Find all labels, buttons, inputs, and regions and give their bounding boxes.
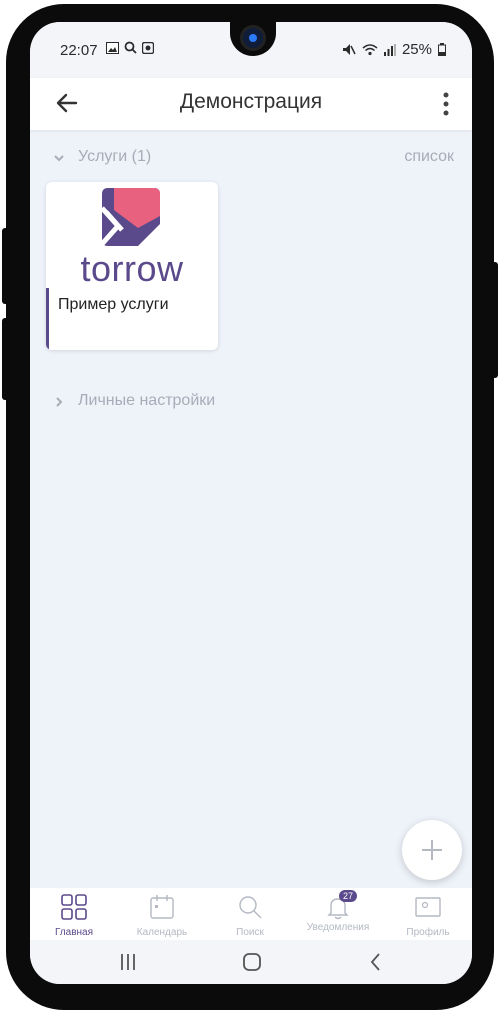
bottom-nav: Главная Календарь Поиск 27 Уведомления П… — [30, 888, 472, 940]
battery-percent: 25% — [401, 41, 432, 58]
signal-icon — [383, 43, 396, 56]
nav-label: Поиск — [236, 927, 264, 938]
page-title: Демонстрация — [179, 90, 323, 113]
wifi-icon — [362, 44, 378, 56]
nav-label: Профиль — [406, 927, 450, 938]
nav-profile[interactable]: Профиль — [384, 894, 472, 938]
settings-section-label: Личные настройки — [78, 392, 216, 409]
card-accent-bar — [46, 288, 49, 350]
camera-notch — [230, 22, 276, 56]
back-icon[interactable] — [362, 950, 390, 974]
services-section-header[interactable]: Услуги (1) список — [30, 148, 472, 172]
system-nav-bar — [30, 940, 472, 984]
settings-section-header[interactable]: Личные настройки — [30, 392, 472, 416]
home-icon[interactable] — [238, 950, 266, 974]
chevron-right-icon — [56, 397, 63, 407]
volume-button — [2, 318, 10, 400]
battery-icon — [438, 43, 446, 56]
service-card[interactable]: torrow Пример услуги — [46, 182, 218, 350]
status-notification-icons — [106, 41, 154, 54]
nav-label: Уведомления — [306, 922, 370, 933]
add-fab-button[interactable] — [402, 820, 462, 880]
notification-badge: 27 — [339, 890, 357, 902]
services-section-label: Услуги (1) — [78, 148, 152, 165]
more-vertical-icon[interactable] — [436, 88, 456, 120]
home-grid-icon — [61, 894, 87, 920]
record-icon — [142, 41, 154, 54]
nav-calendar[interactable]: Календарь — [118, 894, 206, 938]
camera-lens — [243, 28, 263, 48]
status-bar: 22:07 25% — [30, 22, 472, 78]
torrow-logo-icon — [100, 188, 160, 246]
screen: 22:07 25% Демонстрация Услуги (1) список — [30, 22, 472, 984]
nav-search[interactable]: Поиск — [206, 894, 294, 938]
status-time: 22:07 — [60, 42, 98, 59]
chevron-down-icon — [54, 155, 64, 162]
volume-button — [2, 228, 10, 304]
bell-icon-wrap: 27 — [325, 890, 357, 920]
image-icon — [106, 41, 119, 54]
calendar-icon — [150, 895, 174, 919]
power-button — [490, 262, 498, 378]
search-status-icon — [124, 41, 137, 54]
recent-apps-icon[interactable] — [114, 950, 142, 974]
nav-label: Календарь — [136, 927, 188, 938]
profile-card-icon — [415, 897, 441, 917]
list-view-link[interactable]: список — [404, 148, 454, 166]
mute-icon — [342, 44, 356, 55]
search-icon — [239, 896, 262, 919]
nav-notifications[interactable]: 27 Уведомления — [294, 890, 382, 933]
app-bar: Демонстрация — [30, 78, 472, 130]
service-card-title: Пример услуги — [58, 296, 169, 313]
status-right-icons: 25% — [342, 41, 446, 58]
logo-wordmark: torrow — [80, 248, 184, 289]
nav-home[interactable]: Главная — [30, 894, 118, 938]
nav-label: Главная — [54, 927, 94, 938]
